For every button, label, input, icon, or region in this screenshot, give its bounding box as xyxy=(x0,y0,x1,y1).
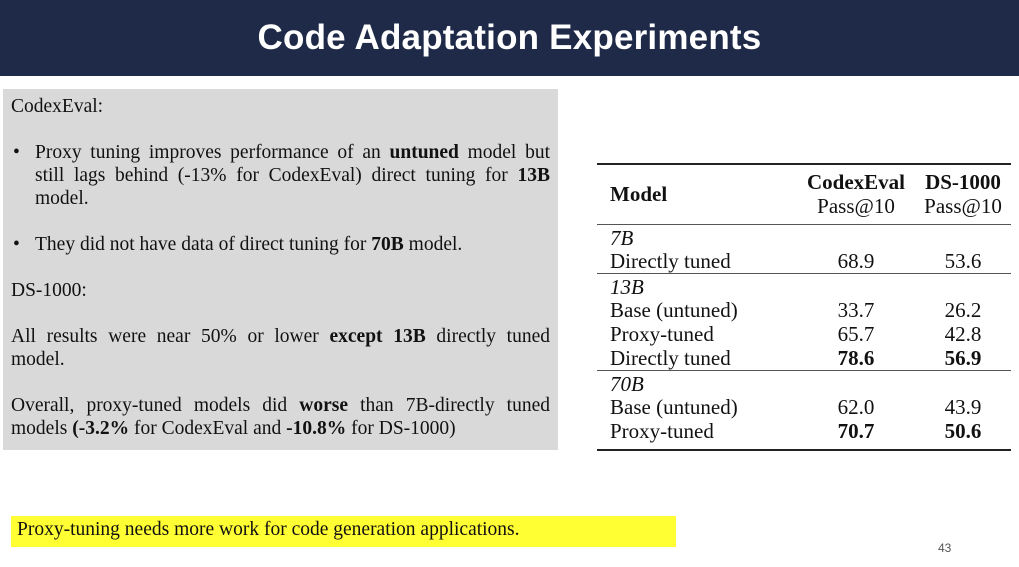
group-row: 70B xyxy=(597,370,1011,395)
header-ds1000-metric: Pass@10 xyxy=(924,194,1002,218)
cell-codexeval: 68.9 xyxy=(837,249,875,273)
table-row: Proxy-tuned 70.7 50.6 xyxy=(597,419,1011,451)
cell-ds1000: 53.6 xyxy=(944,249,982,273)
row-label: Proxy-tuned xyxy=(610,322,714,346)
para-bold: -10.8% xyxy=(286,418,347,439)
cell-ds1000: 43.9 xyxy=(944,395,982,419)
cell-codexeval: 33.7 xyxy=(837,298,875,322)
bullet-item: Proxy tuning improves performance of an … xyxy=(11,141,550,210)
results-table-container: Model CodexEval Pass@10 DS-1000 Pass@10 … xyxy=(597,163,1011,451)
table-header-row: Model CodexEval Pass@10 DS-1000 Pass@10 xyxy=(597,164,1011,225)
row-label: Base (untuned) xyxy=(610,298,738,322)
para-text: for DS-1000) xyxy=(346,418,456,439)
cell-ds1000: 26.2 xyxy=(944,298,982,322)
bullet-text: model. xyxy=(403,234,463,255)
cell-ds1000: 42.8 xyxy=(944,322,982,346)
para-text: Overall, proxy-tuned models did xyxy=(11,395,300,416)
para-bold: worse xyxy=(299,395,349,416)
title-bar: Code Adaptation Experiments xyxy=(0,0,1019,76)
page-number: 43 xyxy=(938,541,952,555)
para-text: All results were near 50% or lower xyxy=(11,326,330,347)
group-row: 13B xyxy=(597,273,1011,298)
row-label: Directly tuned xyxy=(610,249,731,273)
bullet-bold: untuned xyxy=(389,142,459,163)
table-row: Base (untuned) 33.7 26.2 xyxy=(597,298,1011,322)
overall-paragraph: Overall, proxy-tuned models did worse th… xyxy=(11,394,550,440)
group-label: 13B xyxy=(597,273,1011,298)
para-bold: except 13B xyxy=(329,326,426,347)
header-codexeval-name: CodexEval xyxy=(806,170,905,194)
table-row: Proxy-tuned 65.7 42.8 xyxy=(597,322,1011,346)
table-row: Directly tuned 78.6 56.9 xyxy=(597,346,1011,371)
highlight-note: Proxy-tuning needs more work for code ge… xyxy=(11,516,676,547)
cell-codexeval-best: 70.7 xyxy=(797,419,915,451)
bullet-bold: 13B xyxy=(517,165,550,186)
slide-title: Code Adaptation Experiments xyxy=(257,18,762,57)
row-label: Base (untuned) xyxy=(610,395,738,419)
bullet-item: They did not have data of direct tuning … xyxy=(11,233,550,256)
codexeval-label: CodexEval: xyxy=(11,96,104,117)
header-codexeval: CodexEval Pass@10 xyxy=(797,164,915,225)
bullet-text: Proxy tuning improves performance of an xyxy=(35,142,390,163)
bullet-text: They did not have data of direct tuning … xyxy=(35,234,372,255)
cell-ds1000-best: 56.9 xyxy=(944,346,982,370)
para-text: for CodexEval and xyxy=(129,418,287,439)
cell-codexeval: 65.7 xyxy=(837,322,875,346)
group-row: 7B xyxy=(597,224,1011,249)
cell-codexeval-best: 78.6 xyxy=(837,346,875,370)
results-table: Model CodexEval Pass@10 DS-1000 Pass@10 … xyxy=(597,163,1011,451)
row-label: Directly tuned xyxy=(610,346,731,370)
header-ds1000: DS-1000 Pass@10 xyxy=(915,164,1011,225)
header-codexeval-metric: Pass@10 xyxy=(817,194,895,218)
bullet-bold: 70B xyxy=(371,234,404,255)
cell-ds1000-best: 50.6 xyxy=(915,419,1011,451)
table-row: Base (untuned) 62.0 43.9 xyxy=(597,395,1011,419)
ds1000-label: DS-1000: xyxy=(11,280,87,301)
ds1000-paragraph: All results were near 50% or lower excep… xyxy=(11,325,550,371)
group-label: 70B xyxy=(597,370,1011,395)
header-model: Model xyxy=(610,182,668,206)
codexeval-bullets: Proxy tuning improves performance of an … xyxy=(11,141,550,256)
group-label: 7B xyxy=(597,224,1011,249)
summary-panel: CodexEval: Proxy tuning improves perform… xyxy=(3,89,558,450)
table-row: Directly tuned 68.9 53.6 xyxy=(597,249,1011,274)
para-bold: (-3.2% xyxy=(72,418,130,439)
row-label: Proxy-tuned xyxy=(597,419,797,451)
header-ds1000-name: DS-1000 xyxy=(925,170,1001,194)
cell-codexeval: 62.0 xyxy=(837,395,875,419)
bullet-text: model. xyxy=(35,188,89,209)
